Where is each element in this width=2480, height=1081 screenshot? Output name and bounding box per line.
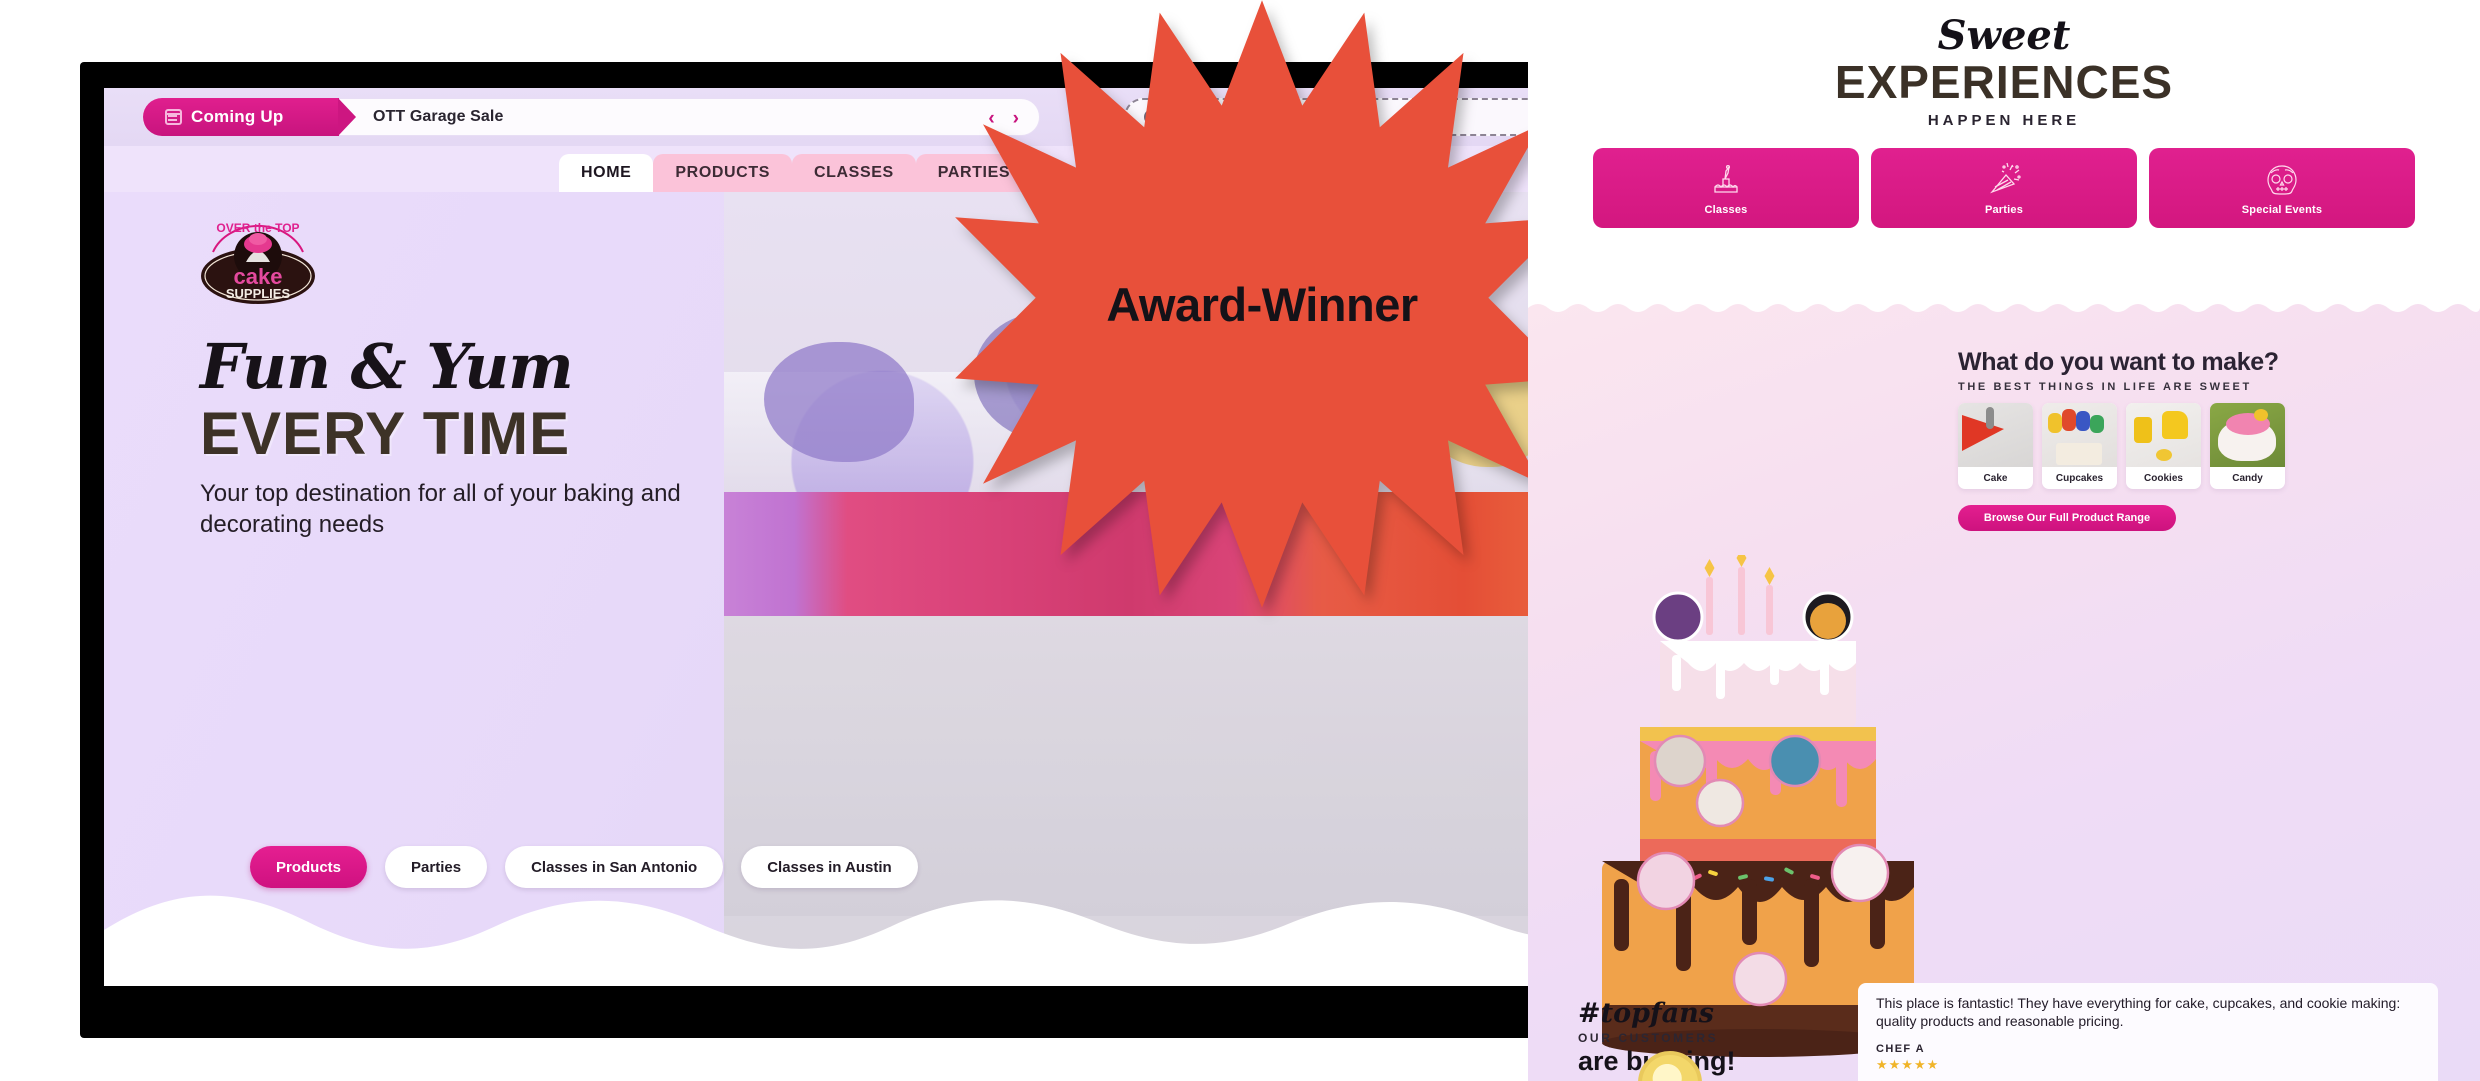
se-headline: EXPERIENCES (1834, 56, 2174, 108)
what-to-make-block: What do you want to make? THE BEST THING… (1958, 348, 2458, 531)
hero-copy: Fun & Yum EVERY TIME Your top destinatio… (200, 336, 760, 540)
review-author: CHEF A (1876, 1042, 1925, 1055)
review-card: This place is fantastic! They have every… (1858, 983, 2438, 1081)
award-winner-starburst (955, 0, 1569, 608)
nav-item-home[interactable]: HOME (559, 154, 654, 192)
browse-product-range-button[interactable]: Browse Our Full Product Range (1958, 505, 2176, 531)
piping-bag-cake-icon (1714, 164, 1738, 193)
thumb-label-cookies: Cookies (2144, 472, 2183, 484)
coming-up-badge: Coming Up (143, 98, 356, 136)
scalloped-divider (1528, 300, 2480, 316)
product-thumbnails: Cake Cupcakes Cookies Candy (1958, 403, 2458, 489)
hero-wave-divider (104, 895, 1604, 986)
calendar-icon (165, 109, 182, 125)
pink-content-section: What do you want to make? THE BEST THING… (1528, 300, 2480, 1081)
cake-candles (1704, 555, 1775, 635)
category-card-classes[interactable]: Classes (1593, 148, 1859, 228)
thumb-card-cookies[interactable]: Cookies (2126, 403, 2201, 489)
announcement-ticker: Coming Up OTT Garage Sale ‹ › (142, 98, 1040, 136)
party-popper-icon (1989, 162, 2021, 194)
sweet-experiences-header: Sweet EXPERIENCES HAPPEN HERE (1528, 0, 2480, 130)
thumb-label-candy: Candy (2232, 472, 2263, 484)
what-to-make-subtitle: THE BEST THINGS IN LIFE ARE SWEET (1958, 381, 2252, 393)
nav-item-products[interactable]: PRODUCTS (653, 154, 792, 192)
ticker-event-text: OTT Garage Sale (373, 108, 504, 125)
screenshot-root: Coming Up OTT Garage Sale ‹ › HOME PRODU… (0, 0, 2480, 1081)
se-script-text: Sweet (1937, 12, 2071, 59)
topfans-hashtag: #topfans (1578, 997, 1714, 1029)
thumb-label-cupcakes: Cupcakes (2055, 472, 2104, 484)
review-text: This place is fantastic! They have every… (1876, 995, 2401, 1029)
what-to-make-title: What do you want to make? (1958, 348, 2279, 376)
thumb-image-cupcakes (2042, 403, 2117, 467)
sugar-skull-icon (2267, 165, 2297, 195)
sweet-experiences-page: Sweet EXPERIENCES HAPPEN HERE Classes Pa… (1528, 0, 2480, 1081)
se-subheadline: HAPPEN HERE (1927, 112, 2081, 130)
topfans-buzzing-label: are buzzing! (1578, 1045, 1736, 1076)
coming-up-label: Coming Up (191, 107, 284, 126)
category-card-special-events-label: Special Events (2241, 204, 2323, 216)
review-star-rating: ★★★★★ (1876, 1056, 1940, 1072)
svg-text:SUPPLIES: SUPPLIES (226, 286, 291, 301)
thumb-image-cookies (2126, 403, 2201, 467)
category-cards: Classes Parties Special Events (1540, 148, 2468, 228)
thumb-image-candy (2210, 403, 2285, 467)
category-card-special-events[interactable]: Special Events (2149, 148, 2415, 228)
thumb-image-cake (1958, 403, 2033, 467)
hero-main-title: EVERY TIME (200, 400, 571, 467)
topfans-customers-label: OUR CUSTOMERS (1578, 1030, 1719, 1045)
thumb-card-candy[interactable]: Candy (2210, 403, 2285, 489)
category-card-parties-label: Parties (1984, 204, 2024, 216)
hero-script-title: Fun & Yum (200, 330, 574, 403)
category-card-classes-label: Classes (1704, 204, 1748, 216)
nav-item-classes[interactable]: CLASSES (792, 154, 916, 192)
hero-subtitle: Your top destination for all of your bak… (200, 480, 681, 539)
thumb-card-cake[interactable]: Cake (1958, 403, 2033, 489)
topfans-column: #topfans OUR CUSTOMERS are buzzing! (1578, 1000, 1828, 1075)
thumb-label-cake: Cake (1983, 472, 2008, 484)
category-card-parties[interactable]: Parties (1871, 148, 2137, 228)
testimonial-section: #topfans OUR CUSTOMERS are buzzing! This… (1528, 973, 2480, 1081)
thumb-card-cupcakes[interactable]: Cupcakes (2042, 403, 2117, 489)
site-logo[interactable]: OVER the TOP cake SUPPLIES (199, 206, 317, 306)
